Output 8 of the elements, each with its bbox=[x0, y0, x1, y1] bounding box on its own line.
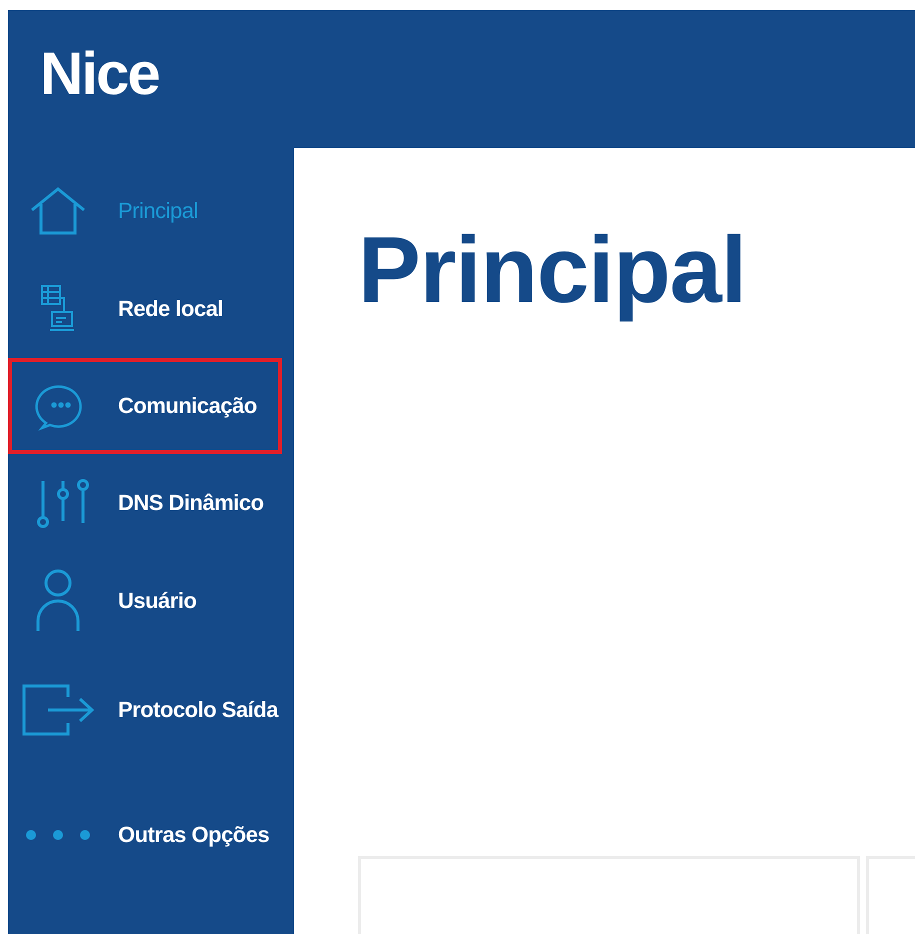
sidebar-item[interactable]: Usuário bbox=[8, 552, 282, 650]
sidebar-item[interactable]: Rede local bbox=[8, 260, 282, 358]
page-title: Principal bbox=[358, 216, 748, 324]
sidebar-item[interactable]: Comunicação bbox=[8, 358, 282, 454]
sidebar-item[interactable]: Outras Opções bbox=[8, 770, 282, 900]
logo: Nice bbox=[40, 38, 159, 108]
sidebar-item[interactable]: DNS Dinâmico bbox=[8, 454, 282, 552]
sidebar-item[interactable]: Protocolo Saída bbox=[8, 650, 282, 770]
